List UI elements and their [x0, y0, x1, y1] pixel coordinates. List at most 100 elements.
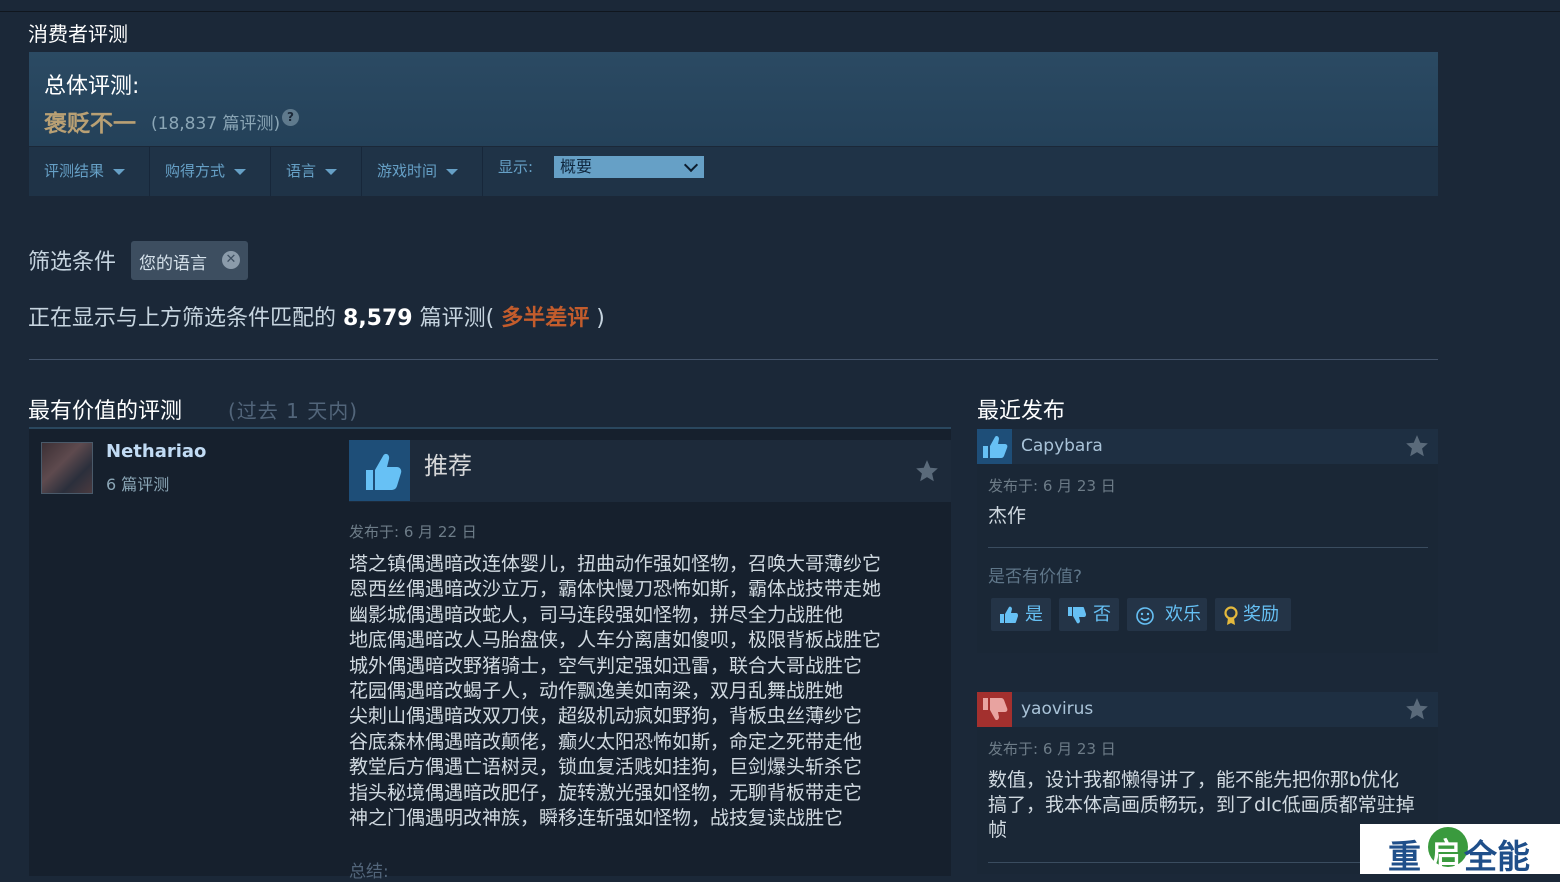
- vote-yes-button[interactable]: 是: [991, 598, 1051, 631]
- review-line: 地底偶遇暗改人马胎盘侠，人车分离唐如傻呗，极限背板战胜它: [349, 629, 882, 652]
- award-star-icon[interactable]: [1404, 433, 1430, 459]
- dropdown-arrow-icon: [234, 168, 247, 175]
- top-divider: [0, 11, 1560, 12]
- thumbs-up-icon: [977, 429, 1012, 464]
- award-ribbon-icon: [1224, 606, 1238, 625]
- match-paren-close: ): [596, 306, 605, 331]
- review-line: 指头秘境偶遇暗改肥仔，旋转激光强如怪物，无聊背板带走它: [349, 781, 863, 804]
- recent-review-separator: [988, 547, 1428, 548]
- recommendation-header[interactable]: 推荐: [349, 440, 951, 502]
- section-title: 消费者评测: [28, 22, 128, 46]
- filter-label: 语言: [286, 162, 317, 180]
- smiley-icon: [1136, 607, 1154, 625]
- match-suffix: 篇评测: [419, 306, 486, 331]
- review-card: Nethariao 6 篇评测 推荐 发布于: 6 月 22 日 塔之镇偶遇暗改…: [29, 427, 951, 882]
- match-paren-open: (: [485, 306, 495, 331]
- overall-score[interactable]: 褒贬不一: [44, 104, 136, 138]
- review-line: 尖刺山偶遇暗改双刀侠，超级机动疯如野狗，背板虫丝薄纱它: [349, 705, 863, 728]
- recent-review-header[interactable]: Capybara: [977, 429, 1438, 464]
- filter-label: 购得方式: [165, 162, 226, 180]
- filter-review-type[interactable]: 评测结果: [44, 147, 126, 196]
- overall-label: 总体评测:: [44, 74, 140, 99]
- watermark-logo: 重 启 全能: [1360, 824, 1560, 876]
- filter-separator: [270, 147, 271, 196]
- vote-funny-label: 欢乐: [1165, 604, 1201, 625]
- recent-review-header[interactable]: yaovirus: [977, 692, 1438, 727]
- overall-count: (18,837 篇评测): [151, 114, 281, 134]
- watermark-text-right: 全能: [1464, 837, 1530, 876]
- match-prefix: 正在显示与上方筛选条件匹配的: [28, 306, 337, 331]
- award-star-icon[interactable]: [914, 458, 940, 484]
- review-line: 城外偶遇暗改野猪骑士，空气判定强如迅雷，联合大哥战胜它: [349, 654, 863, 677]
- review-line: 花园偶遇暗改蝎子人，动作飘逸美如南梁，双月乱舞战胜她: [349, 680, 844, 703]
- recent-review-body: 杰作: [988, 505, 1027, 527]
- vote-no-button[interactable]: 否: [1059, 598, 1119, 631]
- match-verdict: 多半差评: [501, 306, 590, 331]
- vote-no-label: 否: [1093, 604, 1111, 625]
- display-select[interactable]: 概要: [554, 156, 704, 178]
- vote-yes-label: 是: [1025, 604, 1043, 625]
- chevron-down-icon: [683, 157, 699, 173]
- recent-review-author[interactable]: yaovirus: [1021, 699, 1093, 719]
- watermark-circle-text: 启: [1431, 837, 1461, 872]
- review-line: 恩西丝偶遇暗改沙立万，霸体快慢刀恐怖如斯，霸体战技带走她: [349, 578, 882, 601]
- avatar[interactable]: [41, 442, 93, 494]
- review-author[interactable]: Nethariao: [106, 441, 206, 462]
- most-helpful-subtitle: (过去 1 天内): [228, 399, 359, 423]
- review-body: 塔之镇偶遇暗改连体婴儿，扭曲动作强如怪物，召唤大哥薄纱它 恩西丝偶遇暗改沙立万，…: [349, 552, 909, 831]
- review-posted-date: 发布于: 6 月 22 日: [349, 523, 477, 541]
- award-label: 奖励: [1243, 604, 1279, 625]
- review-line: 谷底森林偶遇暗改颠佬，癫火太阳恐怖如斯，命定之死带走他: [349, 730, 863, 753]
- filter-label: 评测结果: [44, 162, 105, 180]
- review-line: 教堂后方偶遇亡语树灵，锁血复活贱如挂狗，巨剑爆头斩杀它: [349, 756, 863, 779]
- help-icon[interactable]: ?: [282, 109, 299, 126]
- filter-chip-label: 您的语言: [139, 254, 207, 274]
- recent-review-author[interactable]: Capybara: [1021, 436, 1103, 456]
- dropdown-arrow-icon: [113, 168, 126, 175]
- watermark-circle: 启: [1428, 827, 1468, 872]
- match-count-line: 正在显示与上方筛选条件匹配的 8,579 篇评测( 多半差评 ): [28, 300, 605, 332]
- close-icon[interactable]: ✕: [222, 251, 240, 269]
- filter-chip-your-language[interactable]: 您的语言 ✕: [131, 241, 248, 280]
- award-button[interactable]: 奖励: [1215, 598, 1291, 631]
- review-line: 神之门偶遇明改神族，瞬移连斩强如怪物，战技复读战胜它: [349, 807, 844, 830]
- award-star-icon[interactable]: [1404, 696, 1430, 722]
- filter-separator: [149, 147, 150, 196]
- watermark-text-left: 重: [1388, 837, 1421, 876]
- overall-summary-panel: 总体评测: 褒贬不一 (18,837 篇评测) ?: [29, 52, 1438, 146]
- review-line: 数值，设计我都懒得讲了，能不能先把你那b优化: [988, 769, 1400, 791]
- filter-separator: [482, 147, 483, 196]
- display-select-value: 概要: [560, 157, 593, 176]
- thumbs-down-icon: [977, 692, 1012, 727]
- section-divider: [29, 359, 1438, 360]
- thumbs-down-icon: [1068, 607, 1086, 624]
- dropdown-arrow-icon: [325, 168, 338, 175]
- most-helpful-title: 最有价值的评测: [28, 399, 183, 424]
- review-line: 塔之镇偶遇暗改连体婴儿，扭曲动作强如怪物，召唤大哥薄纱它: [349, 553, 882, 575]
- recent-title: 最近发布: [977, 399, 1066, 424]
- match-count: 8,579: [343, 306, 413, 331]
- recent-review-card: Capybara 发布于: 6 月 23 日 杰作 是否有价值? 是 否 欢乐 …: [977, 429, 1438, 653]
- filter-playtime[interactable]: 游戏时间: [377, 147, 459, 196]
- review-filter-bar: 评测结果 购得方式 语言 游戏时间 显示: 概要: [29, 147, 1438, 196]
- review-author-count[interactable]: 6 篇评测: [106, 471, 169, 495]
- dropdown-arrow-icon: [446, 168, 459, 175]
- helpful-question: 是否有价值?: [988, 567, 1083, 587]
- recent-review-posted-date: 发布于: 6 月 23 日: [988, 477, 1116, 495]
- thumbs-up-icon: [349, 440, 410, 501]
- filter-separator: [361, 147, 362, 196]
- filter-label: 游戏时间: [377, 162, 438, 180]
- review-summary-label: 总结:: [349, 862, 389, 882]
- review-line: 帧: [988, 819, 1008, 841]
- recent-review-posted-date: 发布于: 6 月 23 日: [988, 740, 1116, 758]
- filter-language[interactable]: 语言: [286, 147, 338, 196]
- recent-review-body: 数值，设计我都懒得讲了，能不能先把你那b优化 搞了，我本体高画质畅玩，到了dlc…: [988, 768, 1415, 843]
- review-line: 搞了，我本体高画质畅玩，到了dlc低画质都常驻掉: [988, 794, 1415, 816]
- active-filters-title: 筛选条件: [28, 250, 117, 275]
- filter-purchase-type[interactable]: 购得方式: [165, 147, 247, 196]
- review-line: 幽影城偶遇暗改蛇人，司马连段强如怪物，拼尽全力战胜他: [349, 603, 844, 626]
- recommendation-label: 推荐: [424, 452, 472, 480]
- display-label: 显示:: [498, 158, 534, 176]
- thumbs-up-icon: [1000, 606, 1018, 623]
- vote-funny-button[interactable]: 欢乐: [1127, 598, 1207, 631]
